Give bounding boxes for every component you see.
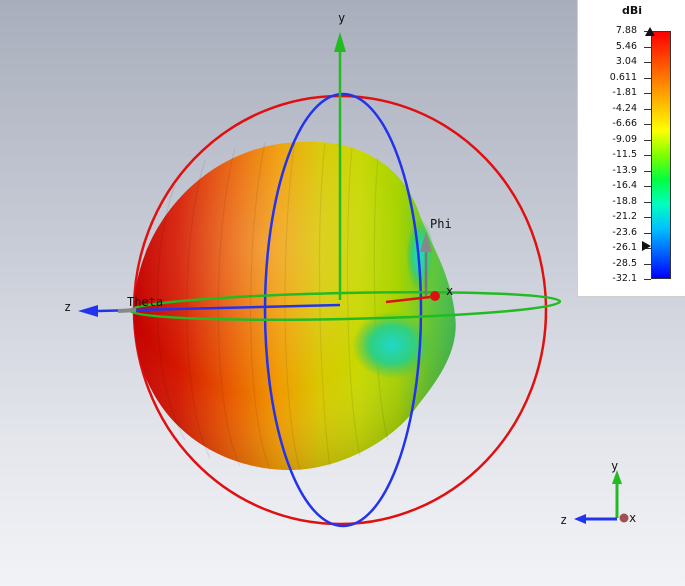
y-axis-label: y xyxy=(338,11,345,25)
color-scale-bar xyxy=(651,31,671,279)
color-scale-tick-mark xyxy=(644,217,651,218)
color-scale-tick-mark xyxy=(644,31,651,32)
color-scale-tick-mark xyxy=(644,201,651,203)
color-scale-tick-mark xyxy=(644,139,651,141)
z-axis-label: z xyxy=(64,300,71,314)
color-scale-tick-mark xyxy=(644,46,651,48)
color-scale-tick-mark xyxy=(644,108,651,110)
color-scale-tick-label: 5.46 xyxy=(615,40,637,52)
color-scale-tick-mark xyxy=(644,93,651,94)
triad-z-arrowhead xyxy=(574,514,586,524)
theta-label: Theta xyxy=(127,295,163,309)
color-scale-tick-mark xyxy=(644,155,651,156)
color-scale-tick-mark xyxy=(644,279,651,280)
color-scale-tick-label: -9.09 xyxy=(612,133,637,145)
x-axis-tip xyxy=(430,291,440,301)
color-scale-tick-label: -11.5 xyxy=(612,149,637,160)
phi-label: Phi xyxy=(430,217,452,231)
y-axis-arrowhead xyxy=(334,32,346,52)
color-scale-tick-label: -23.6 xyxy=(612,226,637,238)
color-scale-tick-label: 3.04 xyxy=(615,56,637,67)
color-scale-tick-mark xyxy=(644,232,651,234)
color-scale-tick-label: -13.9 xyxy=(612,164,637,176)
color-scale-tick-label: 7.88 xyxy=(615,25,637,36)
color-scale-tick-mark xyxy=(644,263,651,265)
color-scale-tick-label: -26.1 xyxy=(612,242,637,253)
triad-x-tip xyxy=(619,513,629,523)
color-scale-tick-label: -28.5 xyxy=(612,257,637,269)
triad-z-label: z xyxy=(560,513,567,527)
color-scale-tick-label: -21.2 xyxy=(612,211,637,222)
x-axis-label: x xyxy=(446,284,453,298)
color-scale-tick-label: -18.8 xyxy=(612,195,637,207)
triad-y-label: y xyxy=(611,459,618,473)
color-scale-tick-label: -32.1 xyxy=(612,273,637,284)
color-scale-tick-label: 0.611 xyxy=(609,71,637,83)
color-scale-tick-mark xyxy=(644,248,651,249)
color-scale-tick-mark xyxy=(644,77,651,79)
color-scale-tick-mark xyxy=(644,124,651,125)
triad-x-label: x xyxy=(629,511,636,525)
color-scale-tick-label: -6.66 xyxy=(612,118,637,129)
color-scale-tick-label: -4.24 xyxy=(612,102,637,114)
orientation-triad[interactable]: y z x xyxy=(560,459,636,527)
legend-unit-label: dBi xyxy=(621,4,643,17)
color-scale-tick-mark xyxy=(644,186,651,187)
theta-direction-marker xyxy=(117,308,137,313)
z-axis-arrowhead xyxy=(78,305,98,317)
color-scale-tick-label: -1.81 xyxy=(612,87,637,98)
color-scale-tick-mark xyxy=(644,170,651,172)
color-scale-tick-label: -16.4 xyxy=(612,180,637,191)
color-scale-tick-mark xyxy=(644,62,651,63)
